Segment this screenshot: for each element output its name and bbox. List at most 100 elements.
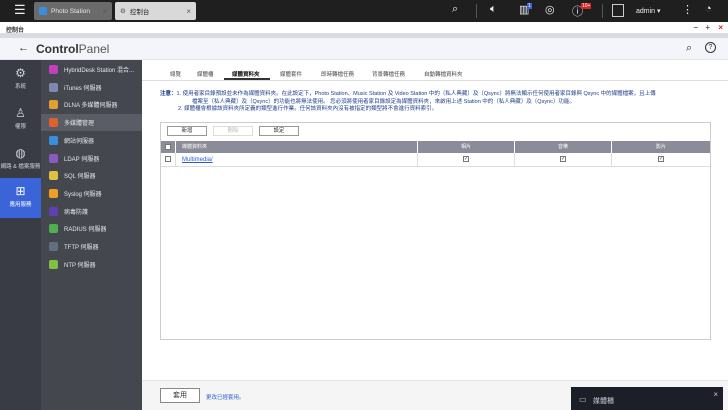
notification-toast: ▭ 媒體櫃 ×: [571, 387, 723, 410]
menu-item-label: DLNA 多媒體伺服器: [64, 103, 118, 110]
photo-station-icon: [39, 7, 47, 15]
column-header-photo[interactable]: 相片: [418, 141, 515, 153]
select-all-checkbox[interactable]: [165, 143, 171, 150]
menu-item-label: SQL 伺服器: [64, 174, 96, 181]
photo-checkbox[interactable]: ✓: [463, 156, 469, 163]
app-icon: [49, 82, 58, 92]
rail-item-network[interactable]: ◍ 網路 & 檔案服務: [0, 146, 41, 182]
back-button[interactable]: ←: [18, 42, 29, 54]
menu-item-label: iTunes 伺服器: [64, 85, 102, 92]
tab-control-panel[interactable]: ⚙ 控制台 ×: [115, 2, 196, 20]
menu-item[interactable]: 網站伺服器: [41, 132, 142, 149]
add-button[interactable]: 新增: [167, 126, 207, 136]
notes-prefix: 注意：: [160, 91, 177, 97]
globe-icon: ◍: [15, 146, 26, 160]
close-tab-icon[interactable]: ×: [186, 7, 191, 16]
rail-label: 應用服務: [9, 202, 32, 208]
menu-item[interactable]: Syslog 伺服器: [41, 185, 142, 202]
status-message: 更改已經套用。: [206, 395, 245, 401]
menu-item-label: HybridDesk Station 混合...: [64, 68, 135, 74]
app-header: ← ControlPanel ⌕ ?: [0, 38, 728, 60]
row-select-cell: [161, 153, 176, 167]
settings-button[interactable]: 設定: [259, 126, 299, 136]
menu-item-label: LDAP 伺服器: [64, 156, 100, 163]
video-checkbox[interactable]: ✓: [658, 156, 664, 163]
tab-3[interactable]: 媒體套件: [280, 70, 302, 78]
delete-button[interactable]: 刪除: [213, 126, 253, 136]
dashboard-icon[interactable]: ◔: [705, 3, 712, 15]
more-icon[interactable]: ⋮: [682, 3, 693, 16]
menu-item[interactable]: HybridDesk Station 混合...: [41, 61, 142, 78]
app-icon: [49, 171, 58, 181]
close-window-button[interactable]: ×: [718, 23, 723, 32]
folder-cell: Multimedia/: [176, 153, 418, 167]
rail-item-privilege[interactable]: ♙ 權限: [0, 106, 41, 142]
sub-menu: HybridDesk Station 混合... iTunes 伺服器 DLNA 多…: [41, 60, 142, 410]
volume-icon[interactable]: 🔈︎: [490, 3, 497, 16]
app-icon: [49, 135, 58, 145]
maximize-button[interactable]: +: [705, 23, 710, 32]
tab-photo-station[interactable]: Photo Station ×: [34, 2, 112, 20]
apply-button[interactable]: 套用: [160, 388, 200, 403]
app-icon: [49, 100, 58, 110]
menu-item-label: RADIUS 伺服器: [64, 227, 107, 234]
menu-item-label: TFTP 伺服器: [64, 245, 99, 251]
tab-6[interactable]: 自動轉檔資料夾: [424, 70, 463, 78]
tab-2[interactable]: 媒體資料夾: [232, 70, 260, 78]
search-icon[interactable]: ⌕: [452, 3, 458, 16]
menu-item[interactable]: TFTP 伺服器: [41, 238, 142, 255]
menu-item[interactable]: LDAP 伺服器: [41, 150, 142, 167]
rail-item-applications[interactable]: ⊞ 應用服務: [0, 178, 41, 218]
tab-0[interactable]: 總覽: [170, 70, 181, 78]
select-all-header: [161, 141, 176, 153]
app-icon: [49, 188, 58, 198]
user-menu[interactable]: admin ▾: [636, 7, 661, 15]
message-icon: ▭: [579, 395, 587, 404]
rail-item-system[interactable]: ⚙ 系統: [0, 66, 41, 102]
menu-item[interactable]: SQL 伺服器: [41, 167, 142, 184]
app-icon: [49, 259, 58, 269]
rail-label: 系統: [14, 84, 26, 90]
tasks-badge: 1: [527, 3, 532, 9]
avatar[interactable]: [612, 4, 624, 17]
help-icon[interactable]: ?: [705, 42, 716, 53]
menu-item[interactable]: 多媒體管理: [41, 114, 142, 132]
tab-1[interactable]: 媒體櫃: [197, 70, 214, 78]
note-1-cont: 檔案至〔私人典藏〕及〔Qsync〕的功能也將無法使用。 您必須將使用者家目錄設定…: [192, 98, 575, 105]
column-header-folder[interactable]: 媒體資料夾: [176, 141, 418, 153]
menu-item-label: 網站伺服器: [64, 138, 95, 145]
minimize-button[interactable]: −: [693, 23, 698, 32]
tab-5[interactable]: 背景轉檔任務: [372, 70, 405, 78]
app-icon: [49, 242, 58, 251]
app-icon: [49, 118, 58, 128]
tab-label: Photo Station: [51, 7, 91, 15]
app-icon: [49, 65, 58, 74]
toast-label[interactable]: 媒體櫃: [593, 396, 614, 406]
photo-cell: ✓: [418, 153, 515, 167]
title-bold: Control: [36, 42, 79, 56]
menu-item[interactable]: iTunes 伺服器: [41, 79, 142, 96]
rail-label: 網路 & 檔案服務: [0, 164, 41, 170]
sync-icon[interactable]: ◎: [545, 3, 555, 16]
search-icon[interactable]: ⌕: [686, 42, 692, 55]
window-title-bar: 控制台 − + ×: [0, 22, 728, 34]
alert-badge: 10+: [581, 3, 592, 9]
music-checkbox[interactable]: ✓: [560, 156, 566, 163]
close-tab-icon[interactable]: ×: [102, 7, 107, 16]
menu-item[interactable]: DLNA 多媒體伺服器: [41, 96, 142, 113]
menu-item[interactable]: NTP 伺服器: [41, 256, 142, 273]
menu-item[interactable]: 病毒防護: [41, 203, 142, 220]
user-icon: ♙: [15, 106, 26, 120]
folder-link[interactable]: Multimedia/: [182, 157, 213, 163]
top-bar: ☰ Photo Station × ⚙ 控制台 × ⌕ 🔈︎ ▥ 1 ◎ ⓘ 1…: [0, 0, 728, 22]
toast-close-button[interactable]: ×: [713, 390, 718, 399]
menu-icon[interactable]: ☰: [14, 2, 26, 18]
column-header-music[interactable]: 音樂: [515, 141, 612, 153]
column-header-video[interactable]: 影片: [612, 141, 710, 153]
menu-item[interactable]: RADIUS 伺服器: [41, 220, 142, 237]
music-cell: ✓: [515, 153, 612, 167]
app-title: ControlPanel: [36, 42, 109, 56]
notes: 注意：1. 使用者家目錄預設並未作為媒體資料夾。在此設定下，Photo Stat…: [160, 91, 720, 114]
tab-4[interactable]: 即時轉檔任務: [321, 70, 354, 78]
row-checkbox[interactable]: [165, 156, 171, 163]
